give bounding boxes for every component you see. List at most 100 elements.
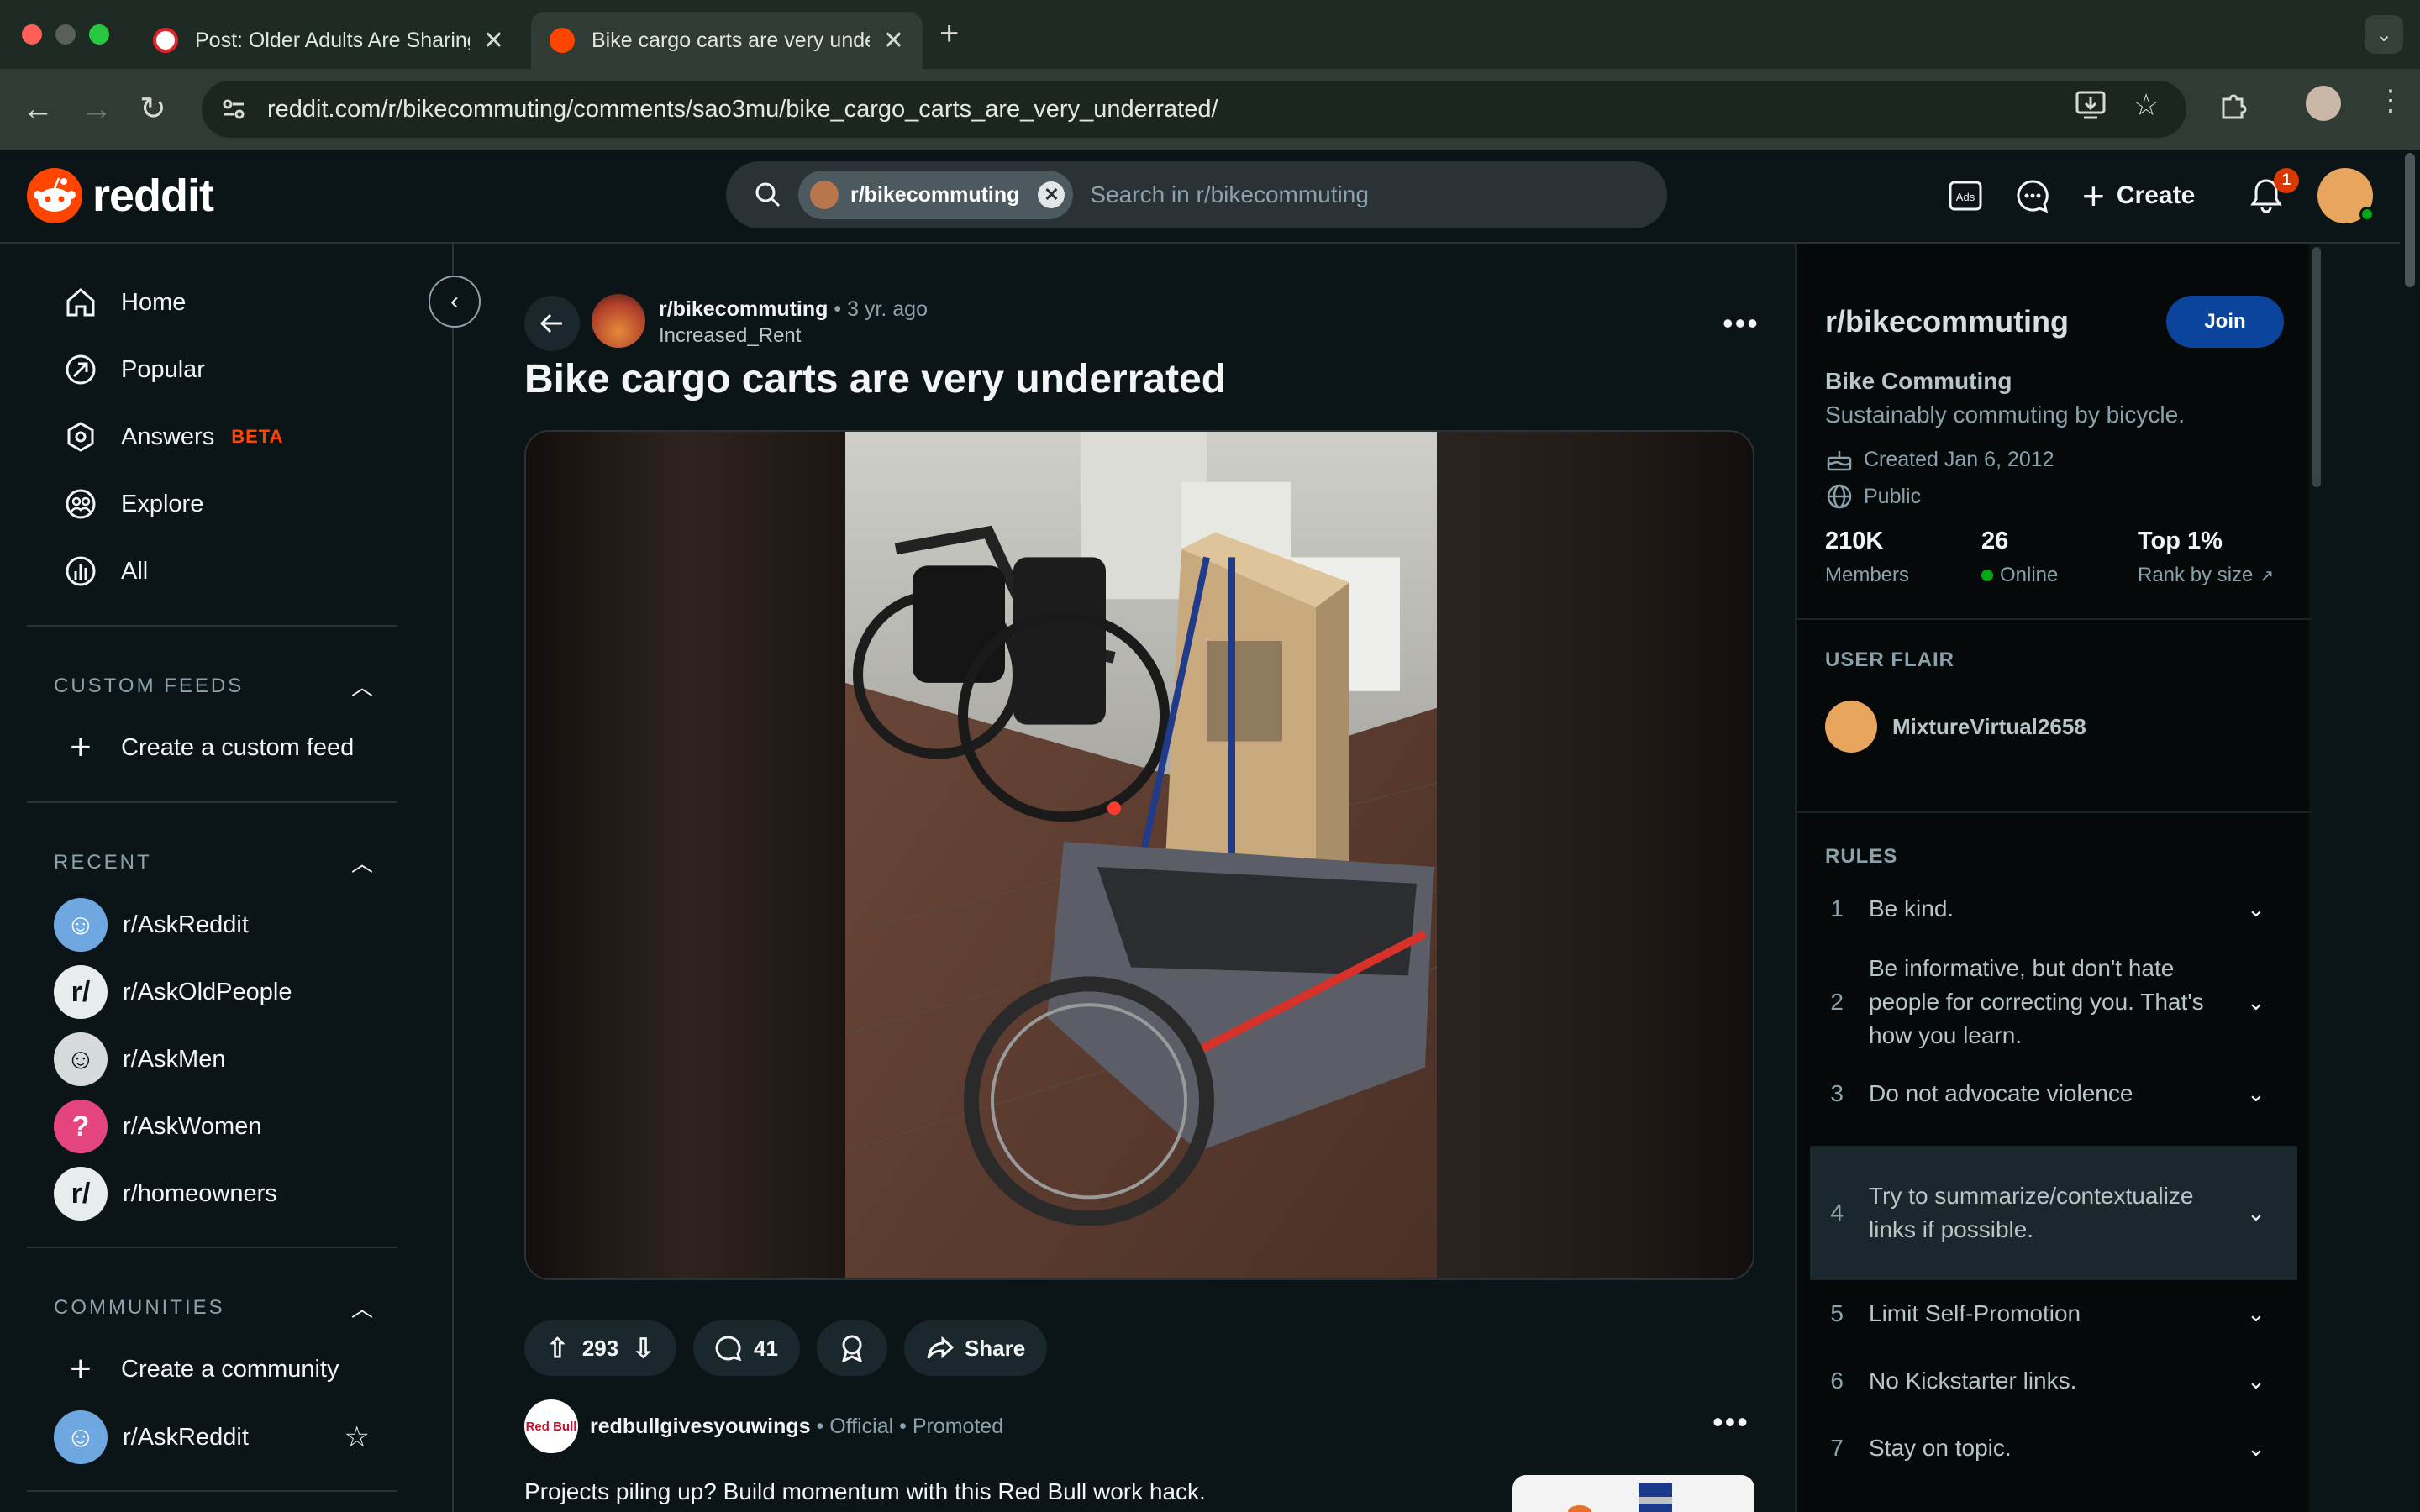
sidebar-divider	[1797, 811, 2311, 813]
tab-close-icon[interactable]: ✕	[483, 26, 504, 55]
chevron-down-icon[interactable]: ⌄	[2247, 1301, 2297, 1327]
rule-item[interactable]: 1 Be kind. ⌄	[1810, 879, 2297, 939]
post-subreddit-link[interactable]: r/bikecommuting	[659, 297, 828, 321]
nav-all[interactable]: All	[27, 541, 397, 601]
create-community[interactable]: + Create a community	[27, 1339, 397, 1399]
tab-search-chevron-icon[interactable]: ⌄	[2365, 15, 2403, 54]
forward-arrow-icon[interactable]: →	[81, 89, 113, 129]
rule-text: Try to summarize/contextualize links if …	[1869, 1183, 2194, 1242]
sidebar-divider	[27, 1247, 397, 1248]
community-label: r/AskWomen	[123, 1112, 262, 1140]
create-custom-feed[interactable]: + Create a custom feed	[27, 717, 397, 778]
recent-item-askoldpeople[interactable]: r/ r/AskOldPeople	[54, 963, 292, 1021]
nav-explore[interactable]: Explore	[27, 474, 397, 534]
vote-control: ⇧ 293 ⇩	[524, 1320, 677, 1376]
comments-button[interactable]: 41	[693, 1320, 800, 1376]
favorite-star-icon[interactable]: ☆	[345, 1420, 370, 1454]
chevron-up-icon[interactable]: ︿	[351, 1292, 373, 1323]
post-author[interactable]: Increased_Rent	[659, 324, 801, 348]
back-arrow-icon[interactable]: ←	[22, 89, 54, 129]
promoted-post[interactable]: Red Bull redbullgivesyouwings • Official…	[524, 1399, 1754, 1512]
rule-item[interactable]: 2 Be informative, but don't hate people …	[1810, 948, 2297, 1057]
recent-item-homeowners[interactable]: r/ r/homeowners	[54, 1164, 277, 1223]
new-tab-button[interactable]: +	[939, 15, 959, 53]
flair-username[interactable]: MixtureVirtual2658	[1892, 714, 2086, 740]
sidebar-divider	[27, 625, 397, 627]
chip-remove-icon[interactable]: ✕	[1038, 181, 1065, 208]
subreddit-avatar[interactable]	[592, 294, 645, 348]
window-maximize-button[interactable]	[89, 24, 109, 45]
tab-title: Bike cargo carts are very underrated	[592, 28, 870, 52]
search-community-chip[interactable]: r/bikecommuting ✕	[798, 171, 1074, 219]
promo-overflow-menu-icon[interactable]: •••	[1712, 1404, 1749, 1440]
install-app-icon[interactable]	[2075, 91, 2106, 126]
search-bar[interactable]: r/bikecommuting ✕ Search in r/bikecommut…	[726, 161, 1667, 228]
flair-avatar	[1825, 701, 1877, 753]
community-item-askreddit[interactable]: ☺ r/AskReddit ☆	[54, 1408, 370, 1467]
page-scrollbar[interactable]	[2400, 150, 2420, 1512]
nav-popular[interactable]: Popular	[27, 339, 397, 400]
create-post-button[interactable]: + Create	[2082, 170, 2195, 222]
advertiser-avatar[interactable]: Red Bull	[524, 1399, 578, 1453]
recent-item-askreddit[interactable]: ☺ r/AskReddit	[54, 895, 249, 954]
rule-text: Stay on topic.	[1869, 1435, 2012, 1461]
bookmark-star-icon[interactable]: ☆	[2133, 87, 2160, 123]
user-avatar[interactable]	[2317, 168, 2375, 223]
rule-item[interactable]: 5 Limit Self-Promotion ⌄	[1810, 1284, 2297, 1344]
profile-avatar-icon[interactable]	[2306, 86, 2341, 121]
rule-item[interactable]: 6 No Kickstarter links. ⌄	[1810, 1351, 2297, 1411]
stat-rank[interactable]: Top 1% Rank by size ↗	[2138, 528, 2274, 587]
sidebar-scrollbar[interactable]	[2312, 247, 2321, 487]
browser-tab-bike-cargo[interactable]: Bike cargo carts are very underrated ✕	[531, 12, 923, 69]
advertiser-name[interactable]: redbullgivesyouwings	[590, 1415, 811, 1438]
chevron-up-icon[interactable]: ︿	[351, 670, 373, 701]
recent-item-askwomen[interactable]: ? r/AskWomen	[54, 1097, 261, 1156]
window-minimize-button[interactable]	[55, 24, 76, 45]
post-overflow-menu-icon[interactable]: •••	[1723, 306, 1760, 341]
award-button[interactable]	[816, 1320, 887, 1376]
nav-answers[interactable]: Answers BETA	[27, 407, 397, 467]
downvote-arrow-icon[interactable]: ⇩	[632, 1332, 655, 1364]
recent-item-askmen[interactable]: ☺ r/AskMen	[54, 1030, 225, 1089]
home-icon	[60, 282, 101, 323]
scrollbar-thumb[interactable]	[2405, 153, 2415, 287]
tab-close-icon[interactable]: ✕	[883, 26, 904, 55]
chevron-down-icon[interactable]: ⌄	[2247, 1200, 2297, 1226]
chevron-down-icon[interactable]: ⌄	[2247, 896, 2297, 922]
browser-toolbar: ← → ↻ reddit.com/r/bikecommuting/comment…	[0, 69, 2420, 150]
chevron-up-icon[interactable]: ︿	[351, 847, 373, 878]
communities-section-header[interactable]: COMMUNITIES ︿	[54, 1292, 373, 1323]
extensions-puzzle-icon[interactable]	[2218, 91, 2249, 128]
window-close-button[interactable]	[22, 24, 42, 45]
collapse-sidebar-button[interactable]: ‹	[429, 276, 481, 328]
ads-icon[interactable]: Ads	[1943, 173, 1988, 218]
nav-label: Create a custom feed	[121, 733, 355, 761]
upvote-arrow-icon[interactable]: ⇧	[546, 1332, 569, 1364]
chevron-down-icon[interactable]: ⌄	[2247, 1368, 2297, 1394]
community-label: r/AskOldPeople	[123, 978, 292, 1005]
community-sidebar: r/bikecommuting Join Bike Commuting Sust…	[1795, 244, 2311, 1512]
reload-icon[interactable]: ↻	[139, 89, 166, 129]
chat-icon[interactable]	[2010, 173, 2055, 218]
promo-thumbnail[interactable]	[1512, 1475, 1754, 1512]
recent-section-header[interactable]: RECENT ︿	[54, 847, 373, 878]
chevron-down-icon[interactable]: ⌄	[2247, 990, 2297, 1016]
search-input[interactable]: Search in r/bikecommuting	[1090, 181, 1368, 208]
nav-home[interactable]: Home	[27, 272, 397, 333]
official-label: • Official •	[816, 1415, 907, 1438]
post-image[interactable]	[524, 430, 1754, 1280]
rule-item[interactable]: 4 Try to summarize/contextualize links i…	[1810, 1146, 2297, 1280]
join-button[interactable]: Join	[2166, 296, 2284, 348]
chevron-down-icon[interactable]: ⌄	[2247, 1081, 2297, 1107]
back-button[interactable]	[524, 296, 580, 351]
browser-tab-older-adults[interactable]: Post: Older Adults Are Sharing ✕	[134, 12, 523, 69]
rule-item[interactable]: 7 Stay on topic. ⌄	[1810, 1418, 2297, 1478]
reddit-logo[interactable]: reddit	[27, 168, 214, 223]
browser-menu-icon[interactable]: ⋮	[2376, 84, 2405, 118]
address-bar[interactable]: reddit.com/r/bikecommuting/comments/sao3…	[202, 81, 2186, 138]
custom-feeds-section-header[interactable]: CUSTOM FEEDS ︿	[54, 670, 373, 701]
chevron-down-icon[interactable]: ⌄	[2247, 1436, 2297, 1462]
rule-item[interactable]: 3 Do not advocate violence ⌄	[1810, 1063, 2297, 1124]
site-settings-icon[interactable]	[218, 94, 249, 124]
share-button[interactable]: Share	[903, 1320, 1048, 1376]
